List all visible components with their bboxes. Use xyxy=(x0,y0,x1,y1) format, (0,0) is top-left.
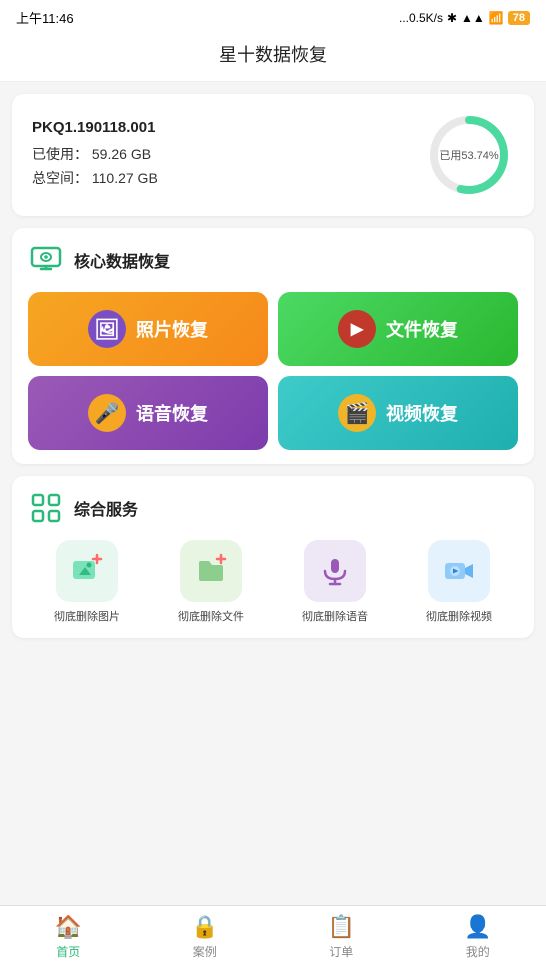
profile-icon: 👤 xyxy=(464,914,491,940)
bluetooth-icon: ✱ xyxy=(447,11,457,25)
delete-files-label: 彻底删除文件 xyxy=(178,608,244,624)
services-section: 综合服务 彻底删除图片 彻底删除文件 xyxy=(12,476,534,638)
file-recovery-icon: ▶ xyxy=(338,310,376,348)
bottom-nav: 🏠 首页 🔒 案例 📋 订单 👤 我的 xyxy=(0,905,546,972)
core-recovery-icon xyxy=(28,242,64,278)
recovery-grid: 🖼 照片恢复 ▶ 文件恢复 🎤 语音恢复 🎬 视频恢复 xyxy=(28,292,518,450)
nav-cases-label: 案例 xyxy=(193,943,217,960)
signal-icon: ▲▲ xyxy=(461,11,485,25)
service-delete-video[interactable]: 彻底删除视频 xyxy=(400,540,518,624)
network-speed: ...0.5K/s xyxy=(399,11,443,25)
home-icon: 🏠 xyxy=(55,914,82,940)
video-recovery-btn[interactable]: 🎬 视频恢复 xyxy=(278,376,518,450)
nav-home-label: 首页 xyxy=(56,943,80,960)
status-time: 上午11:46 xyxy=(16,8,74,27)
total-label: 总空间： xyxy=(32,170,88,186)
nav-cases[interactable]: 🔒 案例 xyxy=(175,914,235,960)
orders-icon: 📋 xyxy=(328,914,355,940)
nav-home[interactable]: 🏠 首页 xyxy=(38,914,98,960)
nav-orders[interactable]: 📋 订单 xyxy=(311,914,371,960)
storage-info: PKQ1.190118.001 已使用： 59.26 GB 总空间： 110.2… xyxy=(32,119,424,192)
status-bar: 上午11:46 ...0.5K/s ✱ ▲▲ 📶 78 xyxy=(0,0,546,31)
services-icon xyxy=(28,490,64,526)
storage-total-row: 总空间： 110.27 GB xyxy=(32,168,424,188)
voice-recovery-btn[interactable]: 🎤 语音恢复 xyxy=(28,376,268,450)
file-recovery-label: 文件恢复 xyxy=(386,316,458,342)
core-recovery-title: 核心数据恢复 xyxy=(74,248,170,272)
service-delete-files[interactable]: 彻底删除文件 xyxy=(152,540,270,624)
core-recovery-section: 核心数据恢复 🖼 照片恢复 ▶ 文件恢复 🎤 语音恢复 🎬 视频恢复 xyxy=(12,228,534,464)
photo-recovery-icon: 🖼 xyxy=(88,310,126,348)
voice-recovery-label: 语音恢复 xyxy=(136,400,208,426)
core-recovery-header: 核心数据恢复 xyxy=(28,242,518,278)
services-grid: 彻底删除图片 彻底删除文件 彻底删除语音 xyxy=(28,540,518,624)
chart-percent-label: 已用53.74% xyxy=(439,147,498,163)
used-label: 已使用： xyxy=(32,146,88,162)
storage-model: PKQ1.190118.001 xyxy=(32,119,424,136)
delete-images-label: 彻底删除图片 xyxy=(54,608,120,624)
total-value: 110.27 GB xyxy=(92,170,158,186)
nav-profile[interactable]: 👤 我的 xyxy=(448,914,508,960)
storage-used-row: 已使用： 59.26 GB xyxy=(32,144,424,164)
status-right: ...0.5K/s ✱ ▲▲ 📶 78 xyxy=(399,11,530,25)
storage-chart: 已用53.74% xyxy=(424,110,514,200)
delete-voice-icon xyxy=(304,540,366,602)
delete-video-label: 彻底删除视频 xyxy=(426,608,492,624)
delete-files-icon xyxy=(180,540,242,602)
service-delete-images[interactable]: 彻底删除图片 xyxy=(28,540,146,624)
cases-icon: 🔒 xyxy=(191,914,218,940)
storage-card: PKQ1.190118.001 已使用： 59.26 GB 总空间： 110.2… xyxy=(12,94,534,216)
file-recovery-btn[interactable]: ▶ 文件恢复 xyxy=(278,292,518,366)
used-value: 59.26 GB xyxy=(92,146,151,162)
nav-orders-label: 订单 xyxy=(329,943,353,960)
wifi-icon: 📶 xyxy=(489,11,504,25)
page-title: 星十数据恢复 xyxy=(0,31,546,82)
voice-recovery-icon: 🎤 xyxy=(88,394,126,432)
delete-video-icon xyxy=(428,540,490,602)
delete-images-icon xyxy=(56,540,118,602)
battery-badge: 78 xyxy=(508,11,530,25)
video-recovery-label: 视频恢复 xyxy=(386,400,458,426)
delete-voice-label: 彻底删除语音 xyxy=(302,608,368,624)
nav-profile-label: 我的 xyxy=(466,943,490,960)
photo-recovery-btn[interactable]: 🖼 照片恢复 xyxy=(28,292,268,366)
video-recovery-icon: 🎬 xyxy=(338,394,376,432)
service-delete-voice[interactable]: 彻底删除语音 xyxy=(276,540,394,624)
photo-recovery-label: 照片恢复 xyxy=(136,316,208,342)
services-header: 综合服务 xyxy=(28,490,518,526)
services-title: 综合服务 xyxy=(74,496,138,520)
